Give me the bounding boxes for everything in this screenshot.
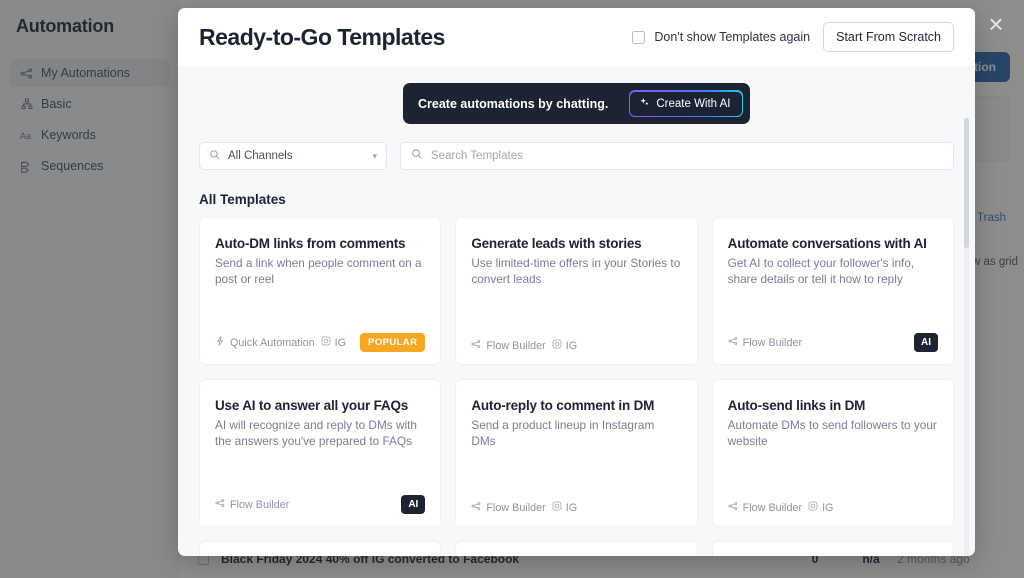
create-with-ai-banner: Create automations by chatting. Create W…	[403, 83, 750, 124]
template-type: Flow Builder	[471, 339, 546, 352]
template-card[interactable]: Auto-reply to comment in DM Send a produ…	[455, 379, 698, 527]
templates-modal: Ready-to-Go Templates Don't show Templat…	[178, 8, 975, 556]
template-card[interactable]	[455, 541, 698, 556]
flow-builder-icon	[728, 501, 738, 514]
template-channel: IG	[552, 501, 577, 514]
flow-builder-icon	[471, 501, 481, 514]
template-description: Send a link when people comment on a pos…	[215, 256, 422, 286]
template-type-label: Flow Builder	[486, 339, 546, 352]
template-footer: Flow Builder IG	[471, 339, 681, 352]
template-channel: IG	[321, 336, 346, 349]
modal-scrollbar[interactable]	[964, 118, 969, 556]
template-channel-label: IG	[334, 336, 347, 349]
search-input[interactable]	[431, 150, 943, 162]
template-footer: Quick Automation IG POPULAR	[215, 333, 426, 352]
instagram-icon	[552, 501, 562, 514]
search-templates-box[interactable]	[400, 142, 954, 170]
template-type: Flow Builder	[728, 501, 802, 514]
lightning-icon	[215, 336, 225, 349]
template-description: Send a product lineup in Instagram DMs	[471, 418, 655, 448]
status-badge: POPULAR	[360, 333, 426, 352]
template-channel-label: IG	[822, 501, 834, 514]
templates-grid-row-2: Use AI to answer all your FAQs AI will r…	[199, 379, 954, 527]
template-channel: IG	[808, 501, 833, 514]
template-footer: Flow Builder AI	[728, 333, 938, 352]
filters-row: All Channels ▾	[199, 142, 954, 170]
channel-icon	[209, 149, 221, 164]
close-icon[interactable]: ×	[984, 11, 1008, 37]
template-footer: Flow Builder IG	[471, 501, 681, 514]
status-badge: AI	[913, 333, 938, 352]
template-channel: IG	[552, 339, 577, 352]
template-description: Automate DMs to send followers to your w…	[727, 418, 937, 448]
template-type-label: Quick Automation	[230, 336, 315, 349]
template-description: Use limited-time offers in your Stories …	[471, 256, 681, 286]
modal-title: Ready-to-Go Templates	[199, 23, 445, 50]
template-type-label: Flow Builder	[230, 498, 290, 511]
create-with-ai-button[interactable]: Create With AI	[628, 90, 743, 117]
template-card[interactable]: Use AI to answer all your FAQs AI will r…	[199, 379, 442, 527]
templates-grid-row-3	[199, 541, 954, 556]
start-from-scratch-button[interactable]: Start From Scratch	[823, 22, 954, 52]
dont-show-checkbox[interactable]	[632, 30, 646, 44]
template-channel-label: IG	[565, 501, 578, 514]
channel-filter-select[interactable]: All Channels ▾	[199, 142, 387, 170]
template-type: Flow Builder	[471, 501, 546, 514]
create-with-ai-label: Create With AI	[656, 97, 731, 110]
template-card[interactable]: Generate leads with stories Use limited-…	[455, 217, 698, 365]
modal-body: Create automations by chatting. Create W…	[178, 66, 975, 556]
template-title: Automate conversations with AI	[727, 236, 927, 251]
dont-show-templates-again[interactable]: Don't show Templates again	[632, 30, 810, 44]
template-type: Flow Builder	[215, 498, 289, 511]
instagram-icon	[552, 339, 562, 352]
modal-scrollbar-thumb[interactable]	[964, 118, 969, 248]
template-title: Auto-DM links from comments	[215, 236, 406, 251]
template-card[interactable]: Auto-send links in DM Automate DMs to se…	[711, 379, 954, 527]
flow-builder-icon	[728, 336, 738, 349]
template-description: AI will recognize and reply to DMs with …	[215, 418, 417, 448]
sparkle-icon	[639, 97, 650, 111]
template-type-label: Flow Builder	[742, 336, 803, 349]
template-description: Get AI to collect your follower's info, …	[727, 256, 915, 286]
template-footer: Flow Builder AI	[215, 495, 426, 514]
template-type: Quick Automation	[215, 336, 315, 349]
template-card[interactable]	[711, 541, 954, 556]
modal-header-actions: Don't show Templates again Start From Sc…	[632, 22, 954, 52]
template-card[interactable]: Automate conversations with AI Get AI to…	[711, 217, 954, 365]
flow-builder-icon	[215, 498, 225, 511]
template-title: Auto-send links in DM	[727, 398, 866, 413]
template-card[interactable]: Auto-DM links from comments Send a link …	[199, 217, 442, 365]
search-icon	[411, 147, 423, 165]
template-footer: Flow Builder IG	[728, 501, 938, 514]
template-title: Generate leads with stories	[471, 236, 642, 251]
templates-grid-row-1: Auto-DM links from comments Send a link …	[199, 217, 954, 365]
template-title: Use AI to answer all your FAQs	[215, 398, 409, 413]
flow-builder-icon	[471, 339, 481, 352]
template-type-label: Flow Builder	[742, 501, 803, 514]
templates-scroll-area: Create automations by chatting. Create W…	[199, 66, 954, 556]
dont-show-label: Don't show Templates again	[654, 30, 811, 44]
template-card[interactable]	[199, 541, 442, 556]
template-channel-label: IG	[565, 339, 578, 352]
template-type: Flow Builder	[728, 336, 802, 349]
ai-banner-text: Create automations by chatting.	[418, 96, 609, 111]
status-badge: AI	[401, 495, 426, 514]
all-templates-heading: All Templates	[199, 192, 286, 207]
instagram-icon	[808, 501, 818, 514]
instagram-icon	[321, 336, 331, 349]
chevron-down-icon: ▾	[372, 150, 377, 161]
template-type-label: Flow Builder	[486, 501, 546, 514]
channel-filter-value: All Channels	[228, 150, 293, 162]
template-title: Auto-reply to comment in DM	[471, 398, 655, 413]
modal-header: Ready-to-Go Templates Don't show Templat…	[178, 8, 975, 66]
